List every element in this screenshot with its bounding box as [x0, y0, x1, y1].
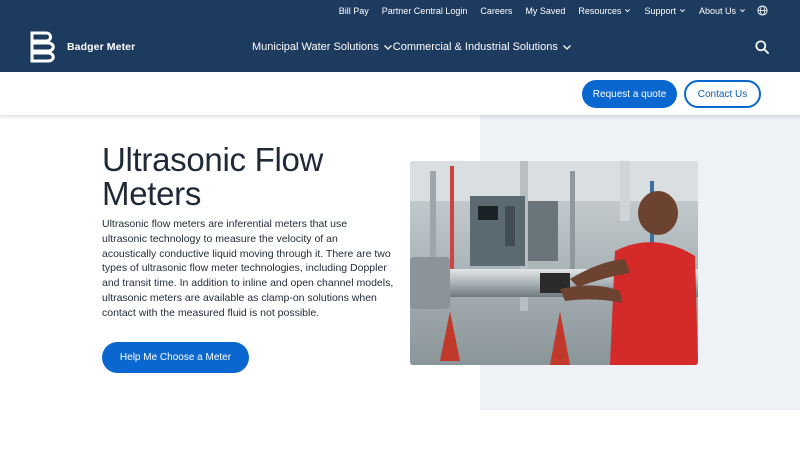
- main-nav: Municipal Water Solutions Commercial & I…: [252, 41, 572, 53]
- chevron-down-icon: [562, 45, 571, 50]
- page-title: Ultrasonic Flow Meters: [102, 141, 324, 212]
- utility-link-my-saved[interactable]: My Saved: [525, 6, 565, 16]
- utility-link-careers[interactable]: Careers: [480, 6, 512, 16]
- search-icon[interactable]: [755, 40, 769, 54]
- globe-icon[interactable]: [757, 5, 768, 16]
- utility-link-label: About Us: [698, 5, 736, 16]
- utility-link-label: Resources: [578, 5, 622, 16]
- chevron-down-icon: [625, 9, 631, 13]
- hero-description: Ultrasonic flow meters are inferential m…: [102, 218, 394, 319]
- utility-link-bill-pay[interactable]: Bill Pay: [339, 6, 369, 16]
- chevron-down-icon: [740, 9, 745, 13]
- utility-dropdown-about-us[interactable]: About Us: [699, 6, 746, 16]
- brand-name: Badger Meter: [67, 41, 136, 53]
- chevron-down-icon: [680, 9, 685, 13]
- utility-link-label: Careers: [480, 5, 513, 16]
- chevron-down-icon: [383, 45, 392, 50]
- utility-link-label: My Saved: [525, 5, 566, 16]
- request-quote-button[interactable]: Request a quote: [582, 80, 677, 108]
- utility-link-label: Bill Pay: [338, 5, 369, 16]
- utility-dropdown-resources[interactable]: Resources: [578, 6, 631, 16]
- site-header: Bill Pay Partner Central Login Careers M…: [0, 0, 800, 72]
- action-bar: Request a quote Contact Us: [0, 72, 800, 115]
- brand-logo[interactable]: Badger Meter: [30, 31, 135, 63]
- nav-label: Commercial & Industrial Solutions: [392, 41, 558, 53]
- nav-municipal-water[interactable]: Municipal Water Solutions: [252, 41, 393, 53]
- help-choose-meter-button[interactable]: Help Me Choose a Meter: [102, 342, 249, 373]
- nav-label: Municipal Water Solutions: [252, 41, 379, 53]
- utility-nav: Bill Pay Partner Central Login Careers M…: [326, 5, 768, 16]
- contact-us-button[interactable]: Contact Us: [684, 80, 761, 108]
- utility-link-label: Partner Central Login: [381, 5, 468, 16]
- utility-dropdown-support[interactable]: Support: [644, 6, 686, 16]
- hero-image: [410, 161, 698, 365]
- nav-commercial-industrial[interactable]: Commercial & Industrial Solutions: [393, 41, 572, 53]
- badger-meter-logo-icon: [30, 31, 55, 63]
- utility-link-partner-central[interactable]: Partner Central Login: [382, 6, 468, 16]
- utility-link-label: Support: [644, 5, 676, 16]
